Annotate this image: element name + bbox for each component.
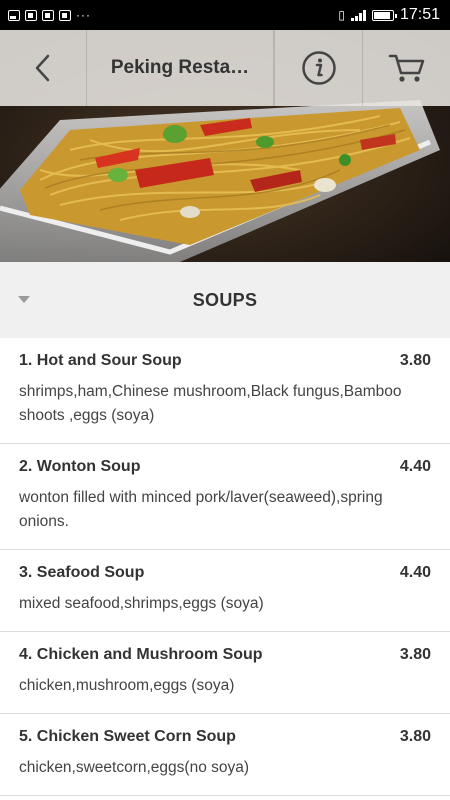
cart-icon bbox=[388, 54, 424, 82]
menu-item-name: 3. Seafood Soup bbox=[19, 564, 145, 581]
menu-item-name: 2. Wonton Soup bbox=[19, 458, 141, 475]
menu-item[interactable]: 1. Hot and Sour Soup 3.80 shrimps,ham,Ch… bbox=[0, 338, 450, 444]
status-bar: ··· ▯ 17:51 bbox=[0, 0, 450, 30]
square-icon bbox=[25, 9, 37, 21]
battery-icon bbox=[371, 9, 397, 21]
top-app-bar: Peking Resta… bbox=[0, 30, 450, 106]
info-button[interactable] bbox=[274, 30, 363, 106]
square-icon bbox=[42, 9, 54, 21]
notification-icons: ··· bbox=[8, 8, 91, 22]
info-icon bbox=[301, 51, 336, 85]
menu-item-description: wonton filled with minced pork/laver(sea… bbox=[19, 489, 383, 530]
menu-item[interactable]: 3. Seafood Soup 4.40 mixed seafood,shrim… bbox=[0, 550, 450, 632]
signal-icon bbox=[350, 9, 366, 21]
hero-banner: Peking Resta… bbox=[0, 30, 450, 262]
menu-item-description: shrimps,ham,Chinese mushroom,Black fungu… bbox=[19, 383, 402, 424]
menu-item-name: 4. Chicken and Mushroom Soup bbox=[19, 646, 263, 663]
menu-item-name: 5. Chicken Sweet Corn Soup bbox=[19, 728, 236, 745]
menu-item-price: 3.80 bbox=[399, 352, 431, 369]
overflow-dots: ··· bbox=[76, 8, 91, 22]
back-button[interactable] bbox=[0, 30, 87, 106]
menu-item-description: mixed seafood,shrimps,eggs (soya) bbox=[19, 595, 264, 612]
category-title: SOUPS bbox=[192, 289, 258, 310]
vibrate-icon: ▯ bbox=[338, 8, 345, 22]
menu-item[interactable]: 5. Chicken Sweet Corn Soup 3.80 chicken,… bbox=[0, 714, 450, 796]
menu-item[interactable]: 2. Wonton Soup 4.40 wonton filled with m… bbox=[0, 444, 450, 550]
cart-button[interactable] bbox=[363, 30, 450, 106]
menu-item-price: 4.40 bbox=[399, 564, 431, 581]
menu-item[interactable]: 4. Chicken and Mushroom Soup 3.80 chicke… bbox=[0, 632, 450, 714]
image-icon bbox=[8, 9, 20, 21]
menu-item-price: 3.80 bbox=[399, 728, 431, 745]
menu-item-price: 4.40 bbox=[399, 458, 431, 475]
menu-item-description: chicken,sweetcorn,eggs(no soya) bbox=[19, 759, 250, 776]
menu-item-list: 1. Hot and Sour Soup 3.80 shrimps,ham,Ch… bbox=[0, 338, 450, 796]
chevron-left-icon bbox=[35, 54, 50, 82]
caret-down-icon[interactable] bbox=[18, 296, 30, 303]
square-icon bbox=[59, 9, 71, 21]
category-header-soups[interactable]: SOUPS bbox=[0, 262, 450, 338]
menu-item-name: 1. Hot and Sour Soup bbox=[19, 352, 182, 369]
page-title: Peking Resta… bbox=[87, 30, 274, 106]
menu-item-description: chicken,mushroom,eggs (soya) bbox=[19, 677, 235, 694]
menu-item-price: 3.80 bbox=[399, 646, 431, 663]
status-time: 17:51 bbox=[399, 6, 440, 23]
